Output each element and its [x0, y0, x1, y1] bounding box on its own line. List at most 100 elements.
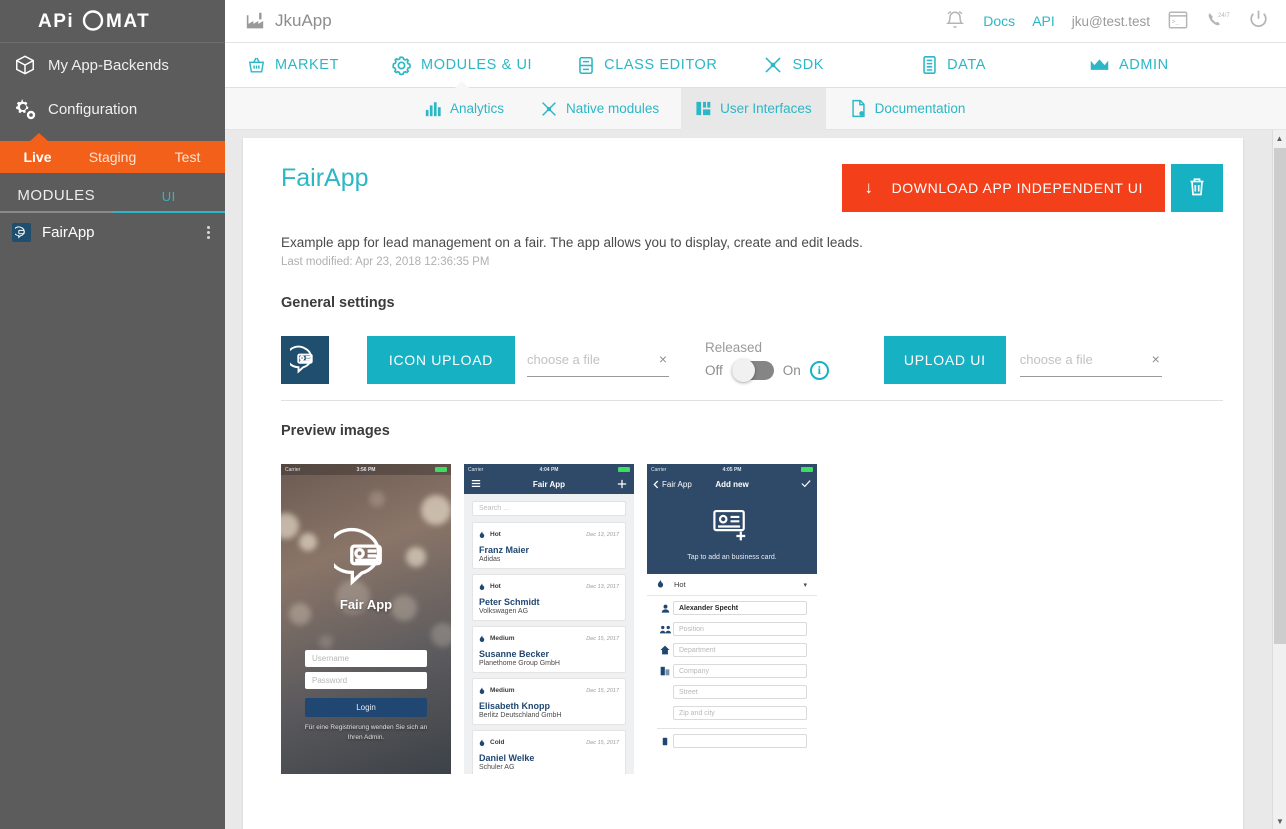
position-input[interactable]: Position	[673, 622, 807, 636]
info-icon[interactable]: i	[809, 360, 829, 380]
subnav-documentation[interactable]: Documentation	[836, 88, 980, 130]
module-list-item-fairapp[interactable]: FairApp	[0, 213, 225, 251]
zip-city-input[interactable]: Zip and city	[673, 706, 807, 720]
list-item[interactable]: Medium Dec 15, 2017 Susanne Becker Plane…	[472, 626, 626, 673]
download-app-independent-ui-button[interactable]: ↓ DOWNLOAD APP INDEPENDENT UI	[842, 164, 1165, 212]
login-button[interactable]: Login	[305, 698, 427, 717]
power-icon[interactable]	[1247, 8, 1270, 34]
fairapp-icon	[12, 222, 31, 242]
form-row: Position	[647, 620, 817, 638]
building-icon	[657, 666, 673, 676]
ui-file-input[interactable]	[1019, 351, 1132, 367]
status-time: 4:05 PM	[722, 466, 742, 473]
street-input[interactable]: Street	[673, 685, 807, 699]
doc-page-icon	[850, 99, 867, 118]
svg-text:APi: APi	[38, 11, 74, 32]
subnav-analytics[interactable]: Analytics	[410, 88, 518, 130]
app-description: Example app for lead management on a fai…	[281, 235, 863, 250]
icon-upload-button[interactable]: ICON UPLOAD	[367, 335, 515, 384]
company-input[interactable]: Company	[673, 664, 807, 678]
status-time: 4:04 PM	[539, 466, 559, 473]
nav-data[interactable]: DATA	[921, 43, 986, 88]
subnav-native-modules[interactable]: Native modules	[526, 88, 673, 130]
tab-ui[interactable]: UI	[112, 189, 225, 213]
nav-admin[interactable]: ADMIN	[1089, 43, 1169, 88]
fairapp-icon	[290, 345, 313, 374]
scroll-up-button[interactable]: ▲	[1273, 130, 1286, 146]
phone-icon	[657, 737, 673, 746]
console-icon[interactable]: >_	[1167, 10, 1189, 33]
sub-navigation: Analytics Native modules User Interfaces…	[225, 87, 1286, 130]
bell-icon[interactable]	[944, 9, 966, 34]
lead-status: Medium	[490, 687, 515, 694]
scrollbar-thumb[interactable]	[1274, 148, 1286, 644]
preview-image-login[interactable]: Carrier 3:56 PM Fair App Username Passwo…	[281, 464, 451, 774]
current-app[interactable]: JkuApp	[245, 11, 332, 31]
check-icon[interactable]	[801, 479, 811, 490]
nav-label: CLASS EDITOR	[604, 57, 718, 73]
search-input[interactable]: Search ...	[472, 501, 626, 516]
back-button[interactable]: Fair App	[653, 480, 692, 489]
env-tab-staging[interactable]: Staging	[75, 141, 150, 173]
preview-image-lead-list[interactable]: Carrier 4:04 PM Fair App Search ... Hot …	[464, 464, 634, 774]
nav-market[interactable]: MARKET	[247, 43, 339, 88]
flame-icon	[657, 577, 664, 592]
upload-ui-button[interactable]: UPLOAD UI	[883, 335, 1006, 384]
environment-tabs: Live Staging Test	[0, 133, 225, 173]
user-email[interactable]: jku@test.test	[1072, 14, 1150, 29]
group-icon	[657, 625, 673, 634]
username-field[interactable]: Username	[305, 650, 427, 667]
name-input[interactable]: Alexander Specht	[673, 601, 807, 615]
form-row	[647, 732, 817, 750]
api-link[interactable]: API	[1032, 13, 1055, 29]
ui-file-field[interactable]: ×	[1019, 343, 1162, 377]
top-bar: JkuApp Docs API jku@test.test >_ 24/7	[225, 0, 1286, 43]
phone-input[interactable]	[673, 734, 807, 748]
icon-file-field[interactable]: ×	[527, 343, 669, 377]
docs-link[interactable]: Docs	[983, 13, 1015, 29]
plus-icon[interactable]	[617, 479, 627, 491]
general-settings-row: ICON UPLOAD × Released Off On i UPLOAD U…	[281, 335, 1223, 401]
subnav-label: Documentation	[874, 101, 966, 116]
password-field[interactable]: Password	[305, 672, 427, 689]
status-bar: Carrier 3:56 PM	[281, 464, 451, 475]
back-label: Fair App	[662, 480, 692, 489]
status-dropdown[interactable]: Hot ▾	[647, 574, 817, 596]
support-247-icon[interactable]: 24/7	[1206, 9, 1230, 34]
list-item[interactable]: Hot Dec 13, 2017 Peter Schmidt Volkswage…	[472, 574, 626, 621]
clear-icon-file-icon[interactable]: ×	[659, 352, 669, 366]
lead-date: Dec 15, 2017	[586, 635, 619, 642]
icon-file-input[interactable]	[527, 351, 639, 367]
env-tab-live[interactable]: Live	[0, 141, 75, 173]
business-card-upload-area[interactable]: Tap to add an business card.	[647, 494, 817, 574]
lead-company: Adidas	[479, 556, 501, 563]
nav-modules-ui[interactable]: MODULES & UI	[391, 43, 532, 89]
department-input[interactable]: Department	[673, 643, 807, 657]
env-tab-test[interactable]: Test	[150, 141, 225, 173]
main-navigation: MARKET MODULES & UI CLASS EDITOR SDK DAT…	[225, 43, 1286, 89]
download-button-label: DOWNLOAD APP INDEPENDENT UI	[891, 180, 1143, 196]
scroll-down-button[interactable]: ▼	[1273, 813, 1286, 829]
released-toggle[interactable]	[731, 358, 774, 382]
person-icon	[657, 604, 673, 613]
list-item[interactable]: Medium Dec 15, 2017 Elisabeth Knopp Berl…	[472, 678, 626, 725]
list-item[interactable]: Hot Dec 13, 2017 Franz Maier Adidas	[472, 522, 626, 569]
form-row: Alexander Specht	[647, 599, 817, 617]
vertical-scrollbar[interactable]: ▲ ▼	[1272, 130, 1286, 829]
module-item-menu-icon[interactable]	[207, 225, 213, 239]
clear-ui-file-icon[interactable]: ×	[1152, 352, 1162, 366]
delete-button[interactable]	[1171, 164, 1223, 212]
nav-sdk[interactable]: SDK	[763, 43, 824, 88]
preview-image-add-new[interactable]: Carrier 4:05 PM Fair App Add new Tap to …	[647, 464, 817, 774]
lead-name: Daniel Welke	[479, 753, 535, 763]
logo[interactable]: APi MAT	[0, 0, 225, 43]
basket-icon	[247, 56, 266, 75]
lead-date: Dec 13, 2017	[586, 583, 619, 590]
preview-images-title: Preview images	[281, 423, 390, 439]
list-item[interactable]: Cold Dec 15, 2017 Daniel Welke Schuler A…	[472, 730, 626, 774]
sidebar-item-my-app-backends[interactable]: My App-Backends	[0, 43, 225, 87]
nav-class-editor[interactable]: CLASS EDITOR	[577, 43, 717, 88]
sidebar-item-configuration[interactable]: Configuration	[0, 87, 225, 131]
subnav-user-interfaces[interactable]: User Interfaces	[681, 87, 826, 130]
tab-modules[interactable]: MODULES	[0, 187, 113, 213]
